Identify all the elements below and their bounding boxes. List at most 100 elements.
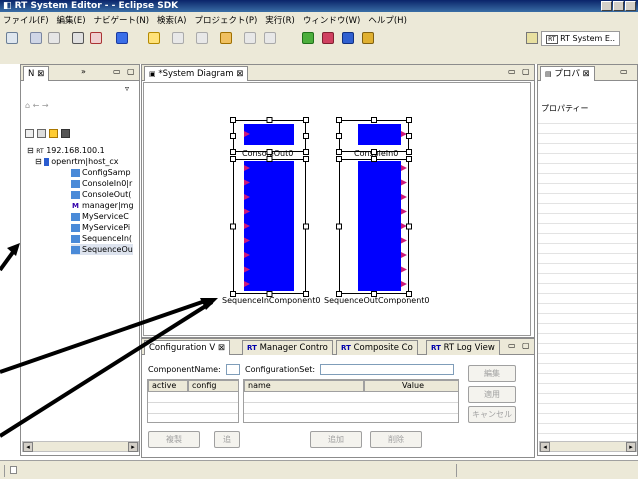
col-name[interactable]: name: [244, 380, 364, 392]
forward-icon[interactable]: [264, 32, 276, 44]
tab-navigator[interactable]: N ⊠: [23, 66, 50, 81]
config-set-table[interactable]: active config: [147, 379, 239, 423]
cancel-button[interactable]: キャンセル: [468, 406, 516, 423]
minimize-view-icon[interactable]: ▭: [508, 67, 516, 76]
maximize-view-icon[interactable]: ▢: [522, 67, 530, 76]
tree-node-consoleout[interactable]: ConsoleOut(: [71, 189, 131, 200]
system-diagram-canvas[interactable]: ConsoleOut0 ConsoleIn0 SequenceInCompone…: [143, 82, 531, 336]
configuration-set-field[interactable]: [320, 364, 454, 375]
scroll-left-icon[interactable]: ◂: [540, 442, 550, 452]
apply-button[interactable]: 適用: [468, 386, 516, 403]
config-param-table[interactable]: name Value: [243, 379, 459, 423]
close-button[interactable]: [625, 1, 636, 11]
menu-file[interactable]: ファイル(F): [3, 14, 49, 26]
filter-icon[interactable]: [49, 129, 58, 138]
minimize-view-icon[interactable]: ▭: [113, 67, 121, 76]
tree-node-myserviceconsumer[interactable]: MyServiceC: [71, 211, 129, 222]
edit-button[interactable]: 編集: [468, 365, 516, 382]
prev-annotation-icon[interactable]: [196, 32, 208, 44]
tab-properties[interactable]: ▤ プロパ ⊠: [540, 66, 595, 81]
tab-close-icon[interactable]: ⊠: [236, 69, 243, 79]
row-divider: [148, 402, 238, 403]
delete-button[interactable]: 削除: [370, 431, 422, 448]
copy-button[interactable]: 複製: [148, 431, 200, 448]
navigator-h-scrollbar[interactable]: ◂ ▸: [22, 441, 139, 452]
tree-node-myserviceprovider[interactable]: MyServicePi: [71, 222, 130, 233]
tree-label: MyServiceC: [82, 212, 129, 221]
menu-search[interactable]: 検索(A): [157, 14, 186, 26]
exit-icon[interactable]: [362, 32, 374, 44]
scroll-right-icon[interactable]: ▸: [626, 442, 636, 452]
tab-configuration-view[interactable]: Configuration V ⊠: [144, 340, 230, 355]
tab-manager-control[interactable]: RT Manager Contro: [242, 340, 333, 355]
tab-rt-log-view[interactable]: RT RT Log View: [426, 340, 500, 355]
pencil-icon[interactable]: [148, 32, 160, 44]
add-set-button[interactable]: 追: [214, 431, 240, 448]
collapse-all-icon[interactable]: [25, 129, 34, 138]
view-menu-icon[interactable]: ▿: [125, 84, 129, 93]
link-editor-icon[interactable]: [37, 129, 46, 138]
col-value[interactable]: Value: [364, 380, 459, 392]
home-icon[interactable]: ⌂: [25, 101, 30, 110]
open-perspective-icon[interactable]: [526, 32, 538, 44]
add-param-button[interactable]: 追加: [310, 431, 362, 448]
tree-node-consolein[interactable]: ConsoleIn0|r: [71, 178, 132, 189]
scroll-left-icon[interactable]: ◂: [23, 442, 33, 452]
debug-icon[interactable]: [116, 32, 128, 44]
tree-node-manager[interactable]: Mmanager|mg: [71, 200, 134, 211]
minimize-view-icon[interactable]: ▭: [620, 67, 628, 76]
tab-composite-component[interactable]: RT Composite Co: [336, 340, 418, 355]
col-config[interactable]: config: [188, 380, 239, 392]
deactivate-icon[interactable]: [322, 32, 334, 44]
tab-close-icon[interactable]: ⊠: [218, 343, 225, 353]
rt-offline-icon[interactable]: [90, 32, 102, 44]
maximize-view-icon[interactable]: ▢: [127, 67, 135, 76]
rt-icon: RT: [341, 344, 351, 352]
maximize-view-icon[interactable]: ▢: [522, 341, 530, 350]
tab-close-icon[interactable]: ⊠: [37, 69, 44, 79]
tree-label: 192.168.100.1: [46, 146, 105, 155]
refresh-icon[interactable]: [61, 129, 70, 138]
reset-icon[interactable]: [342, 32, 354, 44]
tree-label: manager|mg: [82, 201, 134, 210]
fast-view-icon[interactable]: [10, 466, 17, 474]
more-tabs-icon[interactable]: »: [81, 67, 86, 76]
tree-label: MyServicePi: [82, 223, 131, 232]
rt-online-icon[interactable]: [72, 32, 84, 44]
tree-node-manager-host[interactable]: ⊟ openrtm|host_cx: [35, 156, 119, 167]
save-icon[interactable]: [30, 32, 42, 44]
back-arrow-icon[interactable]: ←: [33, 101, 40, 110]
new-icon[interactable]: [6, 32, 18, 44]
tree-node-sequencein[interactable]: SequenceIn(: [71, 233, 132, 244]
tab-system-diagram[interactable]: ▣ *System Diagram ⊠: [144, 66, 249, 81]
minimize-button[interactable]: [601, 1, 612, 11]
component-name-field[interactable]: [226, 364, 240, 375]
menu-navigate[interactable]: ナビゲート(N): [94, 14, 150, 26]
col-active[interactable]: active: [148, 380, 188, 392]
tree-label: SequenceIn(: [82, 234, 133, 243]
menu-window[interactable]: ウィンドウ(W): [303, 14, 361, 26]
print-icon[interactable]: [48, 32, 60, 44]
scroll-right-icon[interactable]: ▸: [128, 442, 138, 452]
menu-project[interactable]: プロジェクト(P): [195, 14, 258, 26]
menu-run[interactable]: 実行(R): [265, 14, 295, 26]
back-icon[interactable]: [244, 32, 256, 44]
minimize-view-icon[interactable]: ▭: [508, 341, 516, 350]
next-annotation-icon[interactable]: [172, 32, 184, 44]
activate-icon[interactable]: [302, 32, 314, 44]
consoleout-component[interactable]: [244, 124, 294, 145]
tab-close-icon[interactable]: ⊠: [583, 69, 590, 79]
manager-icon: M: [71, 201, 80, 210]
forward-arrow-icon[interactable]: →: [42, 101, 49, 110]
tree-node-configsample[interactable]: ConfigSamp: [71, 167, 131, 178]
sequencein-component[interactable]: [244, 161, 294, 291]
sequenceout-component[interactable]: [358, 161, 401, 291]
perspective-switch-button[interactable]: RT RT System E..: [541, 31, 620, 46]
consolein-component[interactable]: [358, 124, 401, 145]
properties-h-scrollbar[interactable]: ◂ ▸: [539, 441, 637, 452]
last-edit-icon[interactable]: [220, 32, 232, 44]
tree-node-sequenceout[interactable]: SequenceOu: [71, 244, 133, 255]
menu-help[interactable]: ヘルプ(H): [368, 14, 407, 26]
menu-edit[interactable]: 編集(E): [57, 14, 86, 26]
maximize-button[interactable]: [613, 1, 624, 11]
